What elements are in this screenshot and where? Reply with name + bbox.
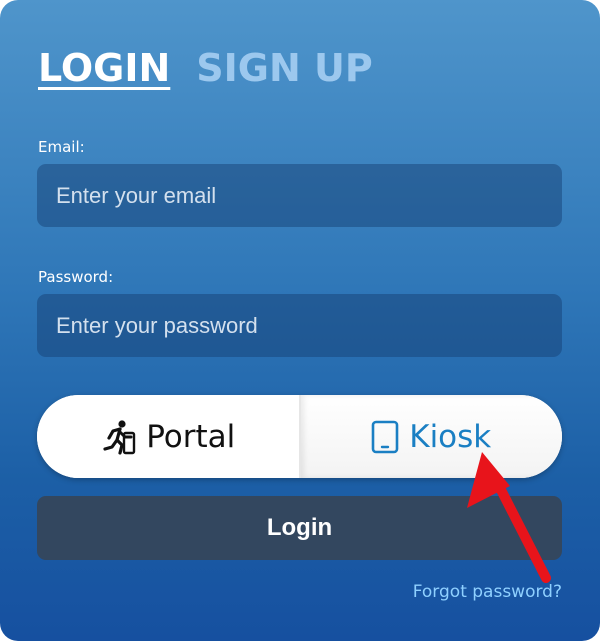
kiosk-label: Kiosk <box>409 418 492 455</box>
email-label: Email: <box>38 138 85 156</box>
email-input[interactable] <box>37 164 562 227</box>
password-label: Password: <box>38 268 114 286</box>
running-person-icon <box>100 419 136 455</box>
tablet-icon <box>371 420 399 454</box>
forgot-password-link[interactable]: Forgot password? <box>413 582 562 602</box>
tab-login[interactable]: LOGIN <box>38 46 170 90</box>
auth-tabs: LOGIN SIGN UP <box>38 46 373 90</box>
password-input[interactable] <box>37 294 562 357</box>
tab-signup[interactable]: SIGN UP <box>196 46 372 90</box>
login-button[interactable]: Login <box>37 496 562 560</box>
portal-option[interactable]: Portal <box>37 395 301 478</box>
login-card: LOGIN SIGN UP Email: Password: Portal <box>0 0 600 641</box>
portal-label: Portal <box>146 418 236 455</box>
mode-toggle: Portal Kiosk <box>37 395 562 478</box>
kiosk-option[interactable]: Kiosk <box>300 395 562 478</box>
